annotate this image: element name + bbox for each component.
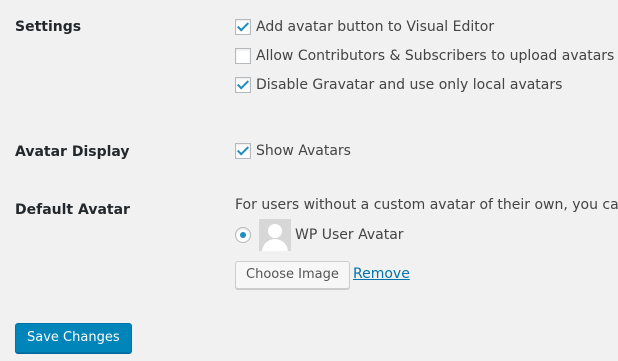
- show-avatars-label: Show Avatars: [256, 143, 351, 159]
- avatar-placeholder-icon: [259, 219, 291, 251]
- disable-gravatar-checkbox[interactable]: [235, 77, 251, 93]
- option-wp-user-avatar[interactable]: WP User Avatar: [235, 219, 404, 251]
- default-avatar-description: For users without a custom avatar of the…: [235, 197, 618, 213]
- choose-image-button[interactable]: Choose Image: [235, 261, 350, 289]
- disable-gravatar-label: Disable Gravatar and use only local avat…: [256, 77, 563, 93]
- avatar-display-label: Avatar Display: [15, 144, 130, 160]
- wp-user-avatar-label: WP User Avatar: [295, 227, 404, 243]
- add-avatar-button-label: Add avatar button to Visual Editor: [256, 19, 495, 35]
- allow-contributors-upload-checkbox[interactable]: [235, 48, 251, 64]
- default-avatar-label: Default Avatar: [15, 202, 130, 218]
- save-changes-button[interactable]: Save Changes: [15, 323, 132, 353]
- remove-link[interactable]: Remove: [353, 266, 410, 282]
- settings-label: Settings: [15, 19, 82, 35]
- add-avatar-button-checkbox[interactable]: [235, 19, 251, 35]
- option-allow-contributors-upload[interactable]: Allow Contributors & Subscribers to uplo…: [235, 48, 614, 64]
- option-show-avatars[interactable]: Show Avatars: [235, 143, 351, 159]
- wp-user-avatar-radio[interactable]: [235, 227, 251, 243]
- allow-contributors-upload-label: Allow Contributors & Subscribers to uplo…: [256, 48, 615, 64]
- option-add-avatar-button[interactable]: Add avatar button to Visual Editor: [235, 19, 494, 35]
- show-avatars-checkbox[interactable]: [235, 143, 251, 159]
- settings-page: Settings Add avatar button to Visual Edi…: [0, 0, 618, 361]
- option-disable-gravatar[interactable]: Disable Gravatar and use only local avat…: [235, 77, 562, 93]
